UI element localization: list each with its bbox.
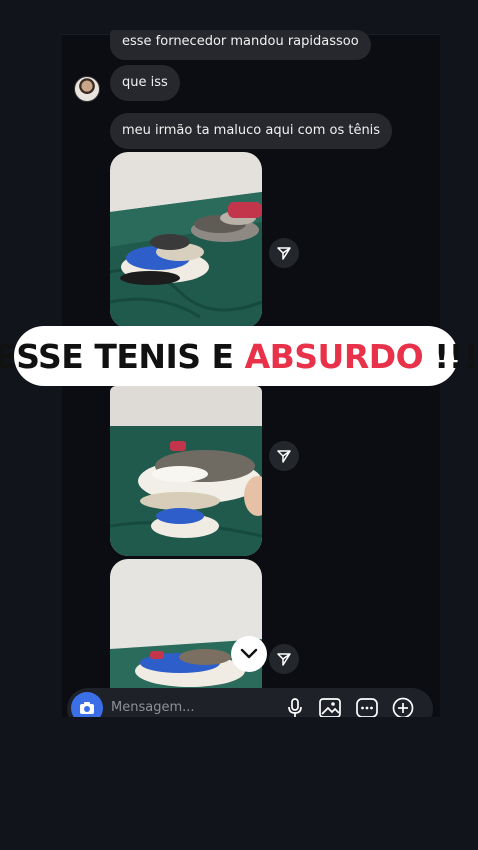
banner-text-accent: ABSURDO — [244, 336, 424, 376]
caption-banner: ESSE TENIS E ABSURDO !!! — [0, 326, 478, 386]
share-icon — [277, 450, 291, 463]
message-text: esse fornecedor mandou rapidassoo — [122, 34, 359, 49]
gallery-icon — [319, 698, 341, 718]
share-button[interactable] — [269, 644, 299, 674]
sticker-icon — [356, 698, 378, 718]
avatar[interactable] — [74, 76, 100, 102]
message-bubble[interactable]: meu irmão ta maluco aqui com os tênis — [110, 113, 393, 149]
message-input[interactable]: Mensagem... — [111, 700, 195, 715]
bottom-background — [62, 717, 440, 850]
camera-icon — [80, 702, 94, 714]
chevron-down-icon — [240, 648, 258, 659]
sneakers-photo-image — [110, 152, 262, 328]
share-icon — [277, 247, 291, 260]
scroll-to-bottom-button[interactable] — [231, 636, 267, 672]
banner-text-end: !!! — [423, 336, 478, 376]
share-button[interactable] — [269, 441, 299, 471]
microphone-icon — [288, 698, 302, 717]
banner-text-start: ESSE TENIS E — [0, 336, 245, 376]
photo-message-sneaker-hand[interactable] — [110, 386, 262, 556]
sneaker-hand-image — [110, 386, 262, 556]
message-bubble[interactable]: que iss — [110, 65, 180, 101]
photo-message-sneakers-bed[interactable] — [110, 152, 262, 328]
share-button[interactable] — [269, 238, 299, 268]
message-text: meu irmão ta maluco aqui com os tênis — [122, 123, 381, 138]
plus-icon — [392, 697, 414, 719]
message-bubble[interactable]: esse fornecedor mandou rapidassoo — [110, 30, 371, 60]
message-text: que iss — [122, 75, 168, 90]
share-icon — [277, 653, 291, 666]
